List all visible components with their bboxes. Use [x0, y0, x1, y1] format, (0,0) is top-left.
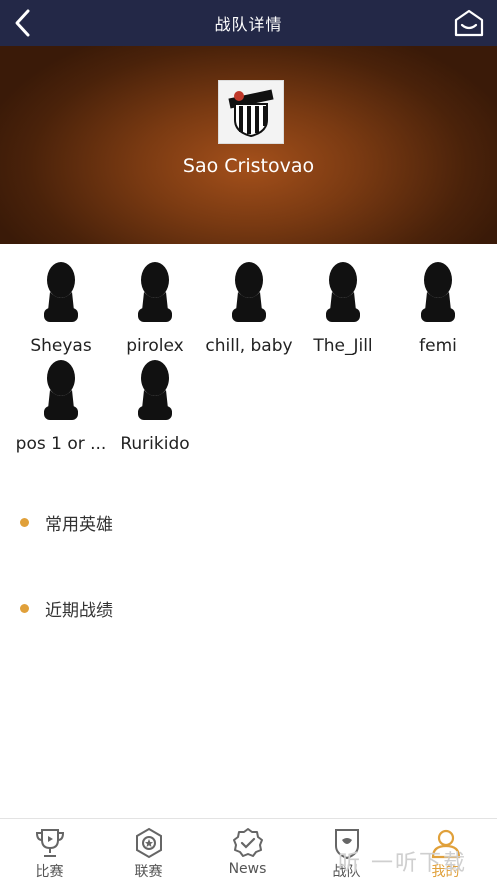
tab-label: News	[228, 861, 267, 877]
section-recent-results[interactable]: 近期战绩	[20, 596, 113, 621]
player-item[interactable]: The_Jill	[293, 260, 393, 356]
player-avatar-icon	[232, 262, 266, 322]
player-name: chill, baby	[205, 336, 293, 356]
top-bar: 战队详情	[0, 0, 497, 46]
section-title: 常用英雄	[45, 515, 113, 535]
shield-icon	[334, 829, 359, 860]
trophy-icon	[35, 829, 64, 857]
player-avatar-icon	[44, 262, 78, 322]
player-item[interactable]: Rurikido	[105, 358, 205, 454]
home-button[interactable]	[453, 8, 485, 38]
bottom-tab-bar: 比赛 联赛 News 战队 我的	[0, 818, 497, 884]
bullet-dot-icon	[20, 518, 29, 527]
tab-league[interactable]: 联赛	[99, 819, 198, 884]
player-name: Sheyas	[30, 336, 92, 356]
section-common-heroes[interactable]: 常用英雄	[20, 510, 113, 535]
back-button[interactable]	[10, 8, 36, 38]
team-name: Sao Cristovao	[182, 155, 315, 177]
player-item[interactable]: pirolex	[105, 260, 205, 356]
tab-label: 比赛	[35, 864, 64, 880]
player-item[interactable]: pos 1 or ...	[11, 358, 111, 454]
player-avatar-icon	[421, 262, 455, 322]
player-name: femi	[419, 336, 457, 356]
bullet-dot-icon	[20, 604, 29, 613]
player-item[interactable]: femi	[388, 260, 488, 356]
team-crest-icon	[228, 89, 274, 138]
player-avatar-icon	[138, 262, 172, 322]
player-avatar-icon	[44, 360, 78, 420]
team-banner	[0, 46, 497, 244]
team-logo	[218, 80, 284, 144]
player-name: pirolex	[126, 336, 184, 356]
section-title: 近期战绩	[45, 601, 113, 621]
player-name: Rurikido	[120, 434, 190, 454]
player-avatar-icon	[326, 262, 360, 322]
page-title: 战队详情	[214, 15, 283, 34]
home-icon	[454, 9, 484, 37]
tab-label: 战队	[332, 864, 361, 880]
player-name: pos 1 or ...	[15, 434, 107, 454]
player-avatar-icon	[138, 360, 172, 420]
tab-news[interactable]: News	[198, 819, 297, 884]
tab-label: 联赛	[134, 864, 163, 880]
medal-icon	[135, 827, 162, 859]
tab-matches[interactable]: 比赛	[0, 819, 99, 884]
player-item[interactable]: chill, baby	[199, 260, 299, 356]
tab-label: 我的	[431, 864, 460, 880]
badge-check-icon	[232, 828, 263, 857]
tab-profile[interactable]: 我的	[396, 819, 495, 884]
tab-team[interactable]: 战队	[297, 819, 396, 884]
player-item[interactable]: Sheyas	[11, 260, 111, 356]
user-icon	[431, 829, 460, 859]
chevron-left-icon	[15, 9, 30, 37]
player-name: The_Jill	[313, 336, 373, 356]
